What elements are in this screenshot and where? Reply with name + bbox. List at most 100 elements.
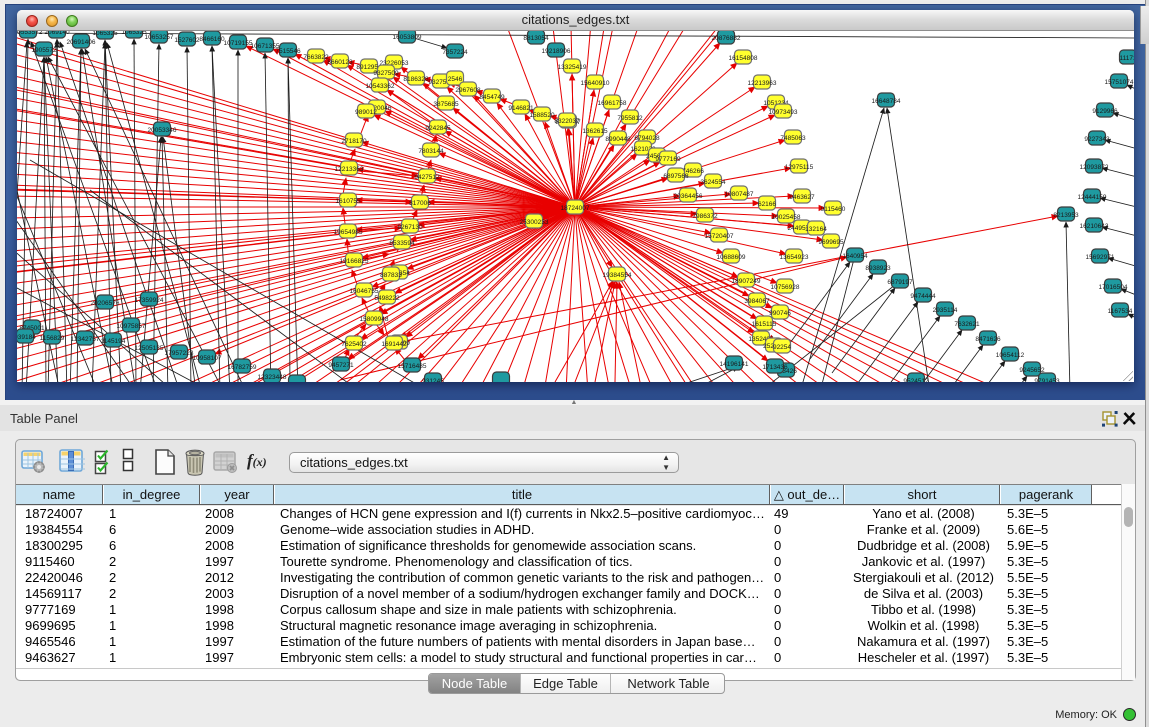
svg-text:15809948: 15809948 bbox=[360, 316, 389, 323]
svg-text:8660123: 8660123 bbox=[327, 59, 353, 66]
svg-text:17957223: 17957223 bbox=[165, 350, 194, 357]
svg-text:1640954: 1640954 bbox=[842, 253, 868, 260]
svg-text:14196141: 14196141 bbox=[720, 361, 749, 368]
svg-text:6879197: 6879197 bbox=[887, 279, 913, 286]
svg-text:12213363: 12213363 bbox=[335, 166, 364, 173]
svg-text:13654923: 13654923 bbox=[780, 254, 809, 261]
svg-text:20691406: 20691406 bbox=[67, 39, 96, 46]
svg-text:3984067: 3984067 bbox=[744, 298, 770, 305]
svg-text:9474444: 9474444 bbox=[910, 293, 936, 300]
svg-text:7803144: 7803144 bbox=[418, 148, 444, 155]
svg-text:2935114: 2935114 bbox=[933, 307, 958, 314]
svg-text:1905572: 1905572 bbox=[31, 47, 57, 54]
svg-text:18907249: 18907249 bbox=[732, 278, 761, 285]
svg-text:1713436: 1713436 bbox=[762, 364, 788, 371]
svg-text:10654112: 10654112 bbox=[996, 352, 1025, 359]
svg-text:990746: 990746 bbox=[769, 310, 791, 317]
svg-text:20206576: 20206576 bbox=[91, 300, 120, 307]
svg-text:6897568: 6897568 bbox=[663, 173, 689, 180]
svg-text:931245: 931245 bbox=[422, 378, 444, 382]
svg-text:19384554: 19384554 bbox=[603, 272, 632, 279]
svg-text:132164: 132164 bbox=[805, 226, 827, 233]
svg-text:10756928: 10756928 bbox=[771, 284, 800, 291]
svg-text:8938923: 8938923 bbox=[865, 265, 891, 272]
svg-text:12213963: 12213963 bbox=[748, 80, 777, 87]
svg-text:20053346: 20053346 bbox=[148, 127, 177, 134]
svg-text:2546: 2546 bbox=[448, 76, 463, 83]
svg-text:3875685: 3875685 bbox=[433, 101, 459, 108]
svg-text:7632621: 7632621 bbox=[954, 321, 980, 328]
svg-text:8186328: 8186328 bbox=[403, 76, 429, 83]
svg-text:9129966: 9129966 bbox=[1092, 108, 1118, 115]
svg-text:5498222: 5498222 bbox=[374, 295, 400, 302]
svg-text:9524512: 9524512 bbox=[903, 378, 929, 382]
svg-text:8322037: 8322037 bbox=[554, 118, 580, 125]
svg-text:17359924: 17359924 bbox=[135, 297, 164, 304]
svg-text:10973493: 10973493 bbox=[769, 109, 798, 116]
svg-text:1167534: 1167534 bbox=[1108, 308, 1133, 315]
svg-text:1145194: 1145194 bbox=[101, 338, 126, 345]
svg-text:10653257: 10653257 bbox=[145, 34, 174, 41]
svg-text:16154808: 16154808 bbox=[729, 55, 758, 62]
svg-text:16053809: 16053809 bbox=[393, 34, 422, 41]
svg-text:1588520: 1588520 bbox=[529, 112, 555, 119]
svg-text:8471626: 8471626 bbox=[975, 336, 1001, 343]
svg-text:12093872: 12093872 bbox=[1080, 164, 1109, 171]
svg-text:817006: 817006 bbox=[409, 200, 431, 207]
svg-text:887833: 887833 bbox=[380, 272, 402, 279]
svg-text:15692971: 15692971 bbox=[1086, 254, 1115, 261]
svg-text:1691442: 1691442 bbox=[381, 341, 407, 348]
svg-text:15751074: 15751074 bbox=[1105, 79, 1134, 86]
svg-text:7625402: 7625402 bbox=[341, 341, 367, 348]
svg-text:1065325: 1065325 bbox=[121, 31, 147, 36]
svg-text:1065325: 1065325 bbox=[92, 31, 118, 37]
svg-text:7357224: 7357224 bbox=[442, 49, 468, 56]
svg-text:15720407: 15720407 bbox=[705, 233, 734, 240]
svg-text:10688609: 10688609 bbox=[717, 254, 746, 261]
svg-text:8813054: 8813054 bbox=[523, 35, 549, 42]
svg-text:12975115: 12975115 bbox=[785, 164, 814, 171]
svg-text:10543362: 10543362 bbox=[366, 83, 395, 90]
svg-text:16210643: 16210643 bbox=[1080, 223, 1109, 230]
svg-text:8990448: 8990448 bbox=[605, 136, 631, 143]
svg-text:17016504: 17016504 bbox=[1099, 284, 1128, 291]
svg-text:19166825: 19166825 bbox=[340, 258, 369, 265]
svg-text:1615115: 1615115 bbox=[752, 321, 777, 328]
svg-text:9791453: 9791453 bbox=[1034, 378, 1060, 382]
svg-text:20364456: 20364456 bbox=[674, 193, 703, 200]
svg-text:9427512: 9427512 bbox=[414, 174, 440, 181]
svg-text:7986372: 7986372 bbox=[692, 213, 718, 220]
svg-text:8267130: 8267130 bbox=[397, 224, 423, 231]
svg-text:15640910: 15640910 bbox=[581, 80, 610, 87]
svg-text:16961758: 16961758 bbox=[598, 100, 627, 107]
svg-text:12323448: 12323448 bbox=[258, 374, 287, 381]
svg-text:20553572: 20553572 bbox=[17, 31, 43, 36]
svg-text:92254: 92254 bbox=[773, 344, 791, 351]
svg-text:10975857: 10975857 bbox=[117, 323, 146, 330]
svg-text:2718170: 2718170 bbox=[341, 138, 367, 145]
svg-text:18724007: 18724007 bbox=[561, 205, 590, 212]
svg-text:8466160: 8466160 bbox=[199, 36, 225, 43]
svg-text:9463627: 9463627 bbox=[789, 194, 815, 201]
svg-text:19654985: 19654985 bbox=[334, 229, 363, 236]
svg-text:9146821: 9146821 bbox=[508, 105, 534, 112]
svg-text:19218906: 19218906 bbox=[542, 48, 571, 55]
svg-text:7515546: 7515546 bbox=[275, 48, 301, 55]
svg-text:1362615: 1362615 bbox=[582, 128, 608, 135]
svg-text:2967608: 2967608 bbox=[455, 87, 481, 94]
svg-text:7663822: 7663822 bbox=[303, 54, 329, 61]
svg-text:12444159: 12444159 bbox=[1078, 194, 1107, 201]
svg-text:9115460: 9115460 bbox=[821, 206, 846, 213]
svg-text:10958107: 10958107 bbox=[193, 355, 222, 362]
svg-text:9242845: 9242845 bbox=[425, 125, 451, 132]
svg-text:989012: 989012 bbox=[355, 109, 377, 116]
svg-text:9327509: 9327509 bbox=[373, 70, 399, 77]
svg-text:25300233: 25300233 bbox=[520, 219, 549, 226]
svg-text:8533594: 8533594 bbox=[389, 240, 415, 247]
svg-text:10719155: 10719155 bbox=[224, 40, 253, 47]
svg-text:10807487: 10807487 bbox=[725, 191, 754, 198]
svg-text:3624554: 3624554 bbox=[700, 179, 726, 186]
svg-text:7485063: 7485063 bbox=[780, 135, 806, 142]
svg-text:8454749: 8454749 bbox=[479, 94, 505, 101]
svg-text:9227343: 9227343 bbox=[1084, 136, 1110, 143]
